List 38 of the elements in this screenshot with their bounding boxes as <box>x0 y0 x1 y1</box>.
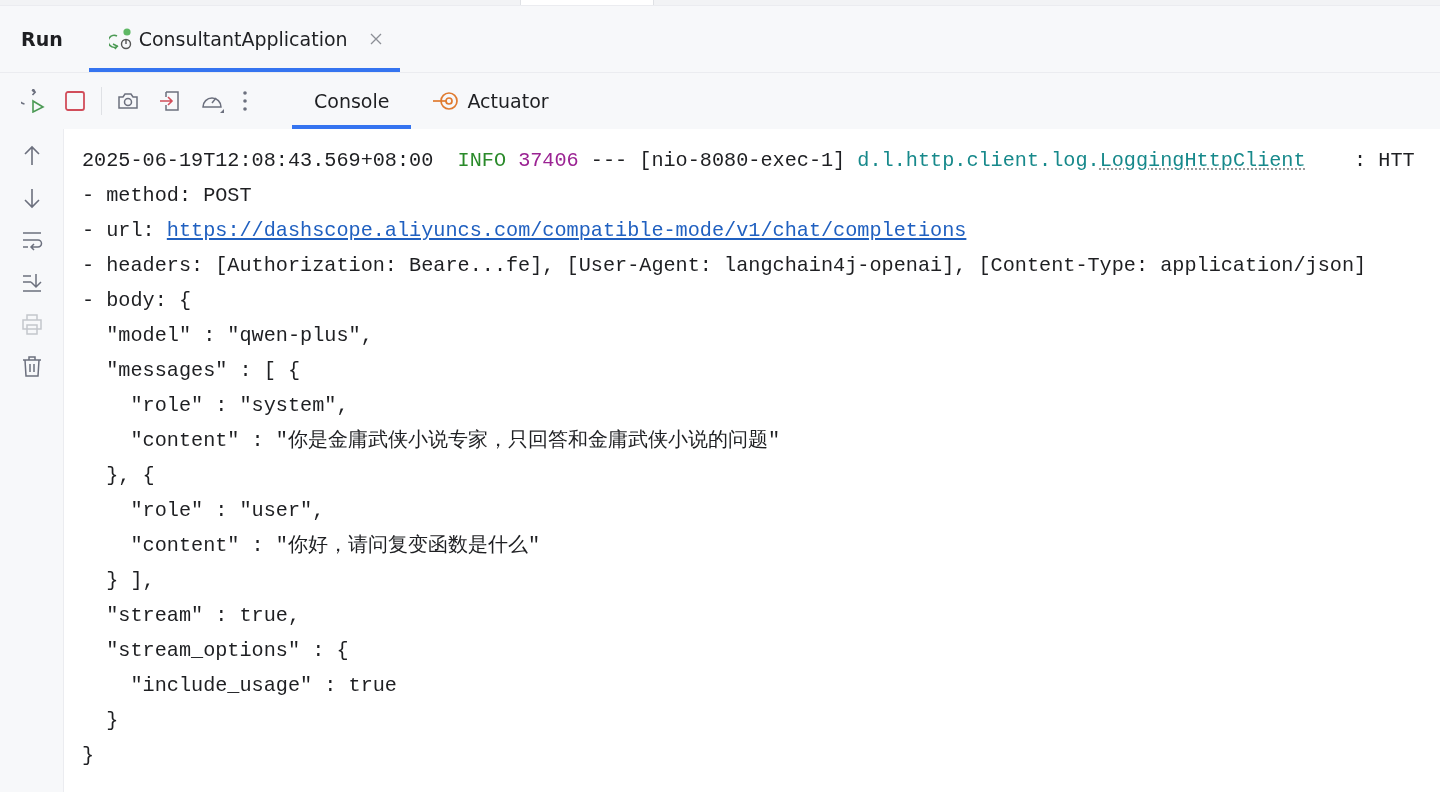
log-text: "stream_options" : { <box>105 639 349 662</box>
process-id: 37406 <box>517 149 579 172</box>
log-text: "content" : "你好，请问复变函数是什么" <box>129 534 541 557</box>
scroll-to-end-icon[interactable] <box>20 271 43 293</box>
log-text: 2025-06-19T12:08:43.569+08:00 <box>82 149 434 172</box>
close-icon[interactable] <box>369 33 382 45</box>
logger-name: d.l.http.client.log. <box>856 149 1100 172</box>
log-text: "role" : "system", <box>129 394 349 417</box>
log-text: } ], <box>105 569 155 592</box>
log-text: "stream" : true, <box>105 604 301 627</box>
log-text: - body: { <box>82 289 192 312</box>
log-text: "messages" : [ { <box>105 359 301 382</box>
enter-icon[interactable] <box>158 89 182 113</box>
target-icon <box>433 91 460 111</box>
url-link[interactable]: https://dashscope.aliyuncs.com/compatible-mode/v1/chat/completions <box>166 219 967 242</box>
stop-icon[interactable] <box>63 89 87 113</box>
log-level: INFO <box>456 149 506 172</box>
log-text: }, { <box>105 464 155 487</box>
more-icon[interactable] <box>242 90 248 112</box>
log-text: - method: POST <box>82 184 252 207</box>
log-text: - url: <box>82 219 156 242</box>
log-text: } <box>82 744 95 767</box>
console-tab[interactable]: Console <box>292 73 412 129</box>
console-tab[interactable]: Actuator <box>411 73 571 129</box>
log-text: "role" : "user", <box>129 499 325 522</box>
log-text: "model" : "qwen-plus", <box>105 324 373 347</box>
log-text: --- [nio-8080-exec-1] <box>589 149 846 172</box>
tool-window-title: Run <box>21 28 63 50</box>
logger-class-name: LoggingHttpClient <box>1099 149 1306 172</box>
rerun-icon[interactable] <box>21 89 45 113</box>
log-text: } <box>105 709 119 732</box>
log-text: "content" : "你是金庸武侠小说专家，只回答和金庸武侠小说的问题" <box>129 429 781 452</box>
soft-wrap-icon[interactable] <box>20 229 43 251</box>
log-text: - headers: [Authorization: Beare...fe], [User-Agent: langchain4j-openai], [Content-Type: application/json] <box>82 254 1367 277</box>
app-run-icon <box>108 27 133 51</box>
trash-icon[interactable] <box>20 355 43 377</box>
log-text: : HTT <box>1353 149 1415 172</box>
log-text: "include_usage" : true <box>129 674 397 697</box>
